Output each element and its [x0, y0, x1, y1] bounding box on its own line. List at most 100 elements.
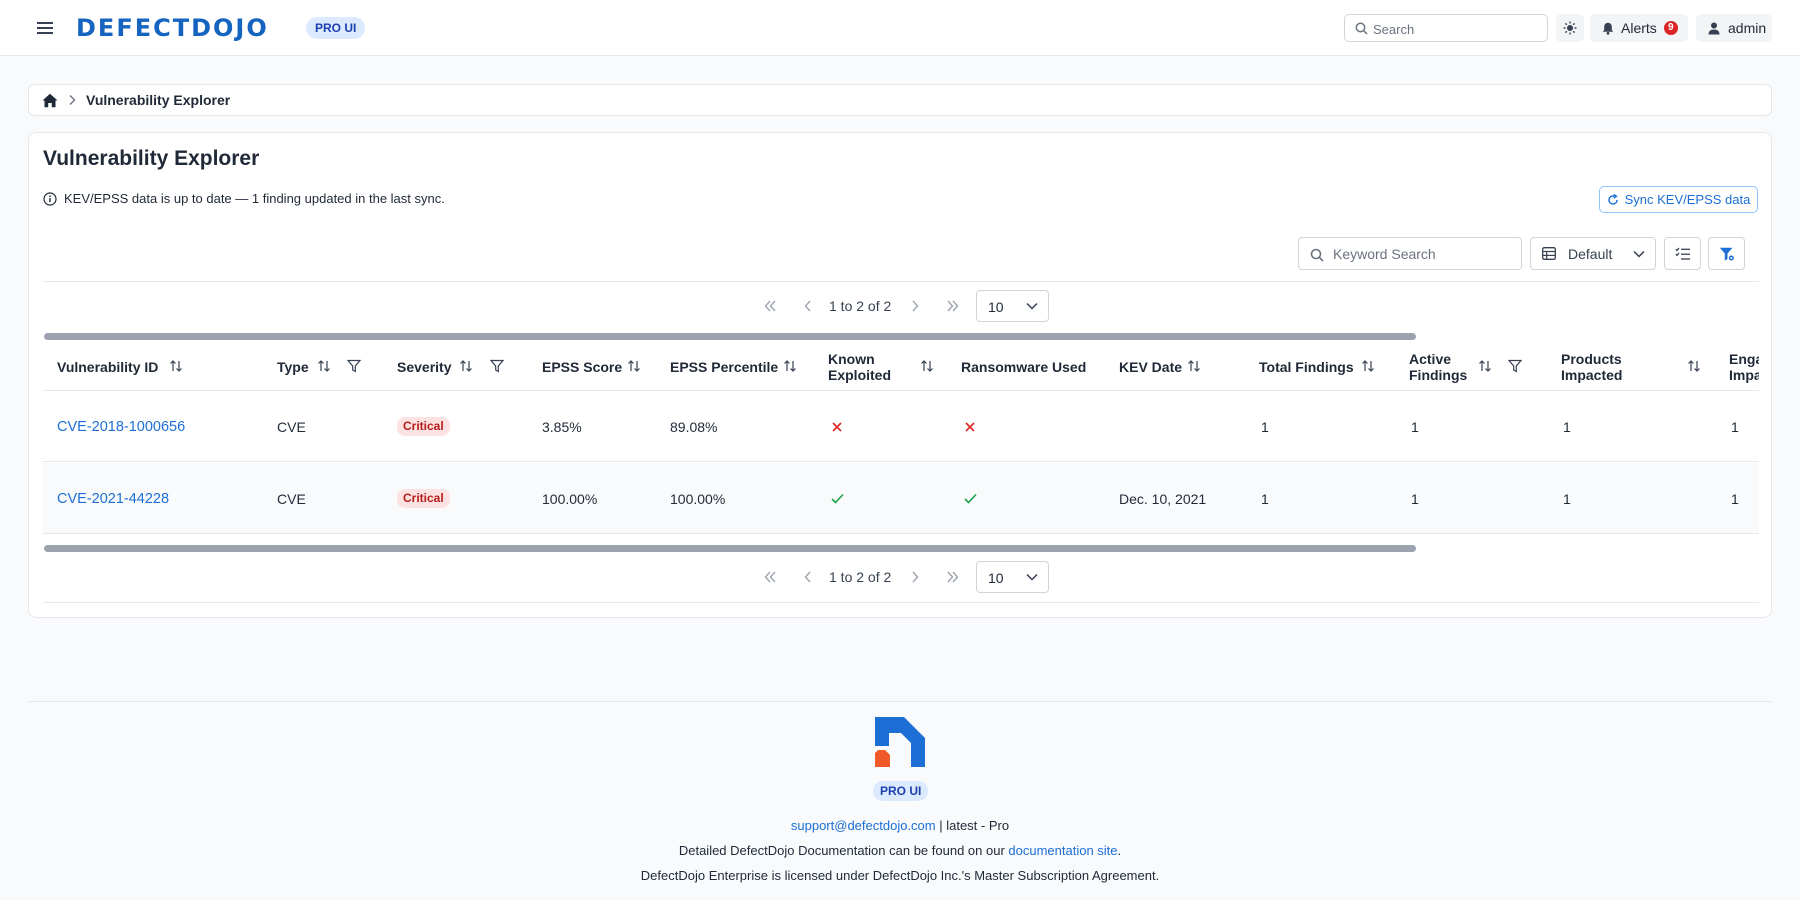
filters-button[interactable]	[1708, 237, 1745, 270]
page-size-value: 10	[988, 570, 1004, 586]
previous-page-icon[interactable]	[803, 570, 813, 584]
column-header-kev-date[interactable]: KEV Date	[1119, 343, 1249, 391]
column-header-severity[interactable]: Severity	[397, 343, 537, 391]
first-page-icon[interactable]	[763, 299, 777, 313]
page-range-text: 1 to 2 of 2	[829, 298, 892, 314]
footer-license-line: DefectDojo Enterprise is licensed under …	[640, 868, 1160, 883]
sort-icon[interactable]	[783, 359, 797, 373]
column-header-ransomware-used[interactable]: Ransomware Used	[961, 343, 1111, 391]
severity-badge: Critical	[397, 489, 450, 508]
defectdojo-footer-logo-icon	[874, 716, 926, 768]
hamburger-menu-icon[interactable]	[35, 18, 55, 38]
table-row: CVE-2021-44228 CVE Critical 100.00% 100.…	[43, 463, 1759, 534]
column-header-epss-percentile[interactable]: EPSS Percentile	[670, 343, 820, 391]
support-email-link[interactable]: support@defectdojo.com	[791, 818, 936, 833]
check-mark-icon	[831, 463, 844, 534]
view-preset-select[interactable]: Default	[1530, 237, 1656, 270]
chevron-down-icon	[1633, 250, 1645, 258]
global-search[interactable]	[1344, 14, 1548, 42]
home-icon[interactable]	[42, 93, 58, 108]
pro-ui-badge: PRO UI	[306, 17, 366, 39]
sort-icon[interactable]	[1361, 359, 1375, 373]
alerts-button[interactable]: Alerts 9	[1590, 14, 1688, 42]
chevron-down-icon	[1026, 302, 1038, 310]
next-page-icon[interactable]	[910, 570, 920, 584]
check-mark-icon	[964, 463, 977, 534]
horizontal-scrollbar-top[interactable]	[44, 333, 1416, 340]
column-header-epss-score[interactable]: EPSS Score	[542, 343, 662, 391]
footer-pro-ui-badge: PRO UI	[873, 781, 929, 801]
logo-text: DEFECTDOJO	[76, 14, 269, 42]
previous-page-icon[interactable]	[803, 299, 813, 313]
alerts-label: Alerts	[1621, 20, 1657, 36]
keyword-search[interactable]	[1298, 237, 1522, 270]
kev-date-cell: Dec. 10, 2021	[1119, 490, 1207, 507]
next-page-icon[interactable]	[910, 299, 920, 313]
footer-docs-line: Detailed DefectDojo Documentation can be…	[0, 843, 1800, 858]
vulnerability-explorer-card: Vulnerability Explorer KEV/EPSS data is …	[28, 132, 1772, 618]
top-navbar: DEFECTDOJO PRO UI Alerts 9 admin	[0, 0, 1800, 56]
documentation-link[interactable]: documentation site	[1008, 843, 1117, 858]
docs-suffix-text: .	[1117, 843, 1122, 858]
footer-support-line: support@defectdojo.com | latest - Pro	[0, 818, 1800, 833]
sort-icon[interactable]	[1187, 359, 1201, 373]
epss-score-cell: 100.00%	[542, 490, 598, 507]
sun-icon	[1563, 21, 1577, 35]
vulnerability-table: Vulnerability ID Type Severity EPSS Scor…	[43, 343, 1759, 536]
sync-kev-epss-button[interactable]: Sync KEV/EPSS data	[1599, 186, 1758, 213]
last-page-icon[interactable]	[946, 570, 960, 584]
filter-icon[interactable]	[347, 359, 361, 373]
sort-icon[interactable]	[169, 359, 183, 373]
active-findings-cell: 1	[1411, 418, 1419, 435]
page-range-text: 1 to 2 of 2	[829, 569, 892, 585]
bell-icon	[1602, 22, 1614, 35]
last-page-icon[interactable]	[946, 299, 960, 313]
total-findings-cell: 1	[1261, 418, 1269, 435]
filter-icon[interactable]	[1508, 359, 1522, 373]
divider	[43, 602, 1759, 603]
filter-icon[interactable]	[490, 359, 504, 373]
page-size-select[interactable]: 10	[976, 561, 1049, 593]
table-icon	[1542, 247, 1556, 260]
sort-icon[interactable]	[1687, 359, 1701, 373]
breadcrumb-current: Vulnerability Explorer	[86, 92, 231, 108]
column-header-known-exploited[interactable]: Known Exploited	[828, 343, 948, 391]
epss-score-cell: 3.85%	[542, 418, 582, 435]
user-menu-button[interactable]: admin	[1696, 14, 1772, 42]
type-cell: CVE	[277, 418, 306, 435]
column-header-engagements-impacted[interactable]: Engagements Impacted	[1729, 343, 1759, 391]
horizontal-scrollbar-bottom[interactable]	[44, 545, 1416, 552]
column-header-active-findings[interactable]: Active Findings	[1409, 343, 1549, 391]
list-check-icon	[1675, 247, 1690, 260]
global-search-input[interactable]	[1373, 19, 1543, 39]
sort-icon[interactable]	[920, 359, 934, 373]
vulnerability-id-link[interactable]: CVE-2018-1000656	[57, 419, 185, 435]
footer-divider	[28, 701, 1772, 702]
page-size-value: 10	[988, 299, 1004, 315]
pagination-bottom: 1 to 2 of 2 10	[29, 561, 1773, 593]
active-findings-cell: 1	[1411, 490, 1419, 507]
column-header-type[interactable]: Type	[277, 343, 387, 391]
defectdojo-logo[interactable]: DEFECTDOJO	[76, 14, 269, 42]
sort-icon[interactable]	[1478, 359, 1492, 373]
pagination-top: 1 to 2 of 2 10	[29, 290, 1773, 322]
keyword-search-input[interactable]	[1333, 245, 1513, 263]
theme-toggle-button[interactable]	[1556, 14, 1584, 42]
vulnerability-id-link[interactable]: CVE-2021-44228	[57, 491, 169, 507]
column-header-products-impacted[interactable]: Products Impacted	[1561, 343, 1711, 391]
column-settings-button[interactable]	[1664, 237, 1701, 270]
sort-icon[interactable]	[627, 359, 641, 373]
sort-icon[interactable]	[317, 359, 331, 373]
total-findings-cell: 1	[1261, 490, 1269, 507]
page-size-select[interactable]: 10	[976, 290, 1049, 322]
epss-percentile-cell: 89.08%	[670, 418, 718, 435]
filter-settings-icon	[1719, 247, 1735, 262]
sort-icon[interactable]	[459, 359, 473, 373]
user-label: admin	[1728, 20, 1767, 36]
column-header-total-findings[interactable]: Total Findings	[1259, 343, 1399, 391]
first-page-icon[interactable]	[763, 570, 777, 584]
user-icon	[1708, 22, 1720, 34]
alerts-count-badge: 9	[1663, 21, 1678, 35]
refresh-icon	[1607, 193, 1618, 205]
column-header-vulnerability-id[interactable]: Vulnerability ID	[57, 343, 267, 391]
